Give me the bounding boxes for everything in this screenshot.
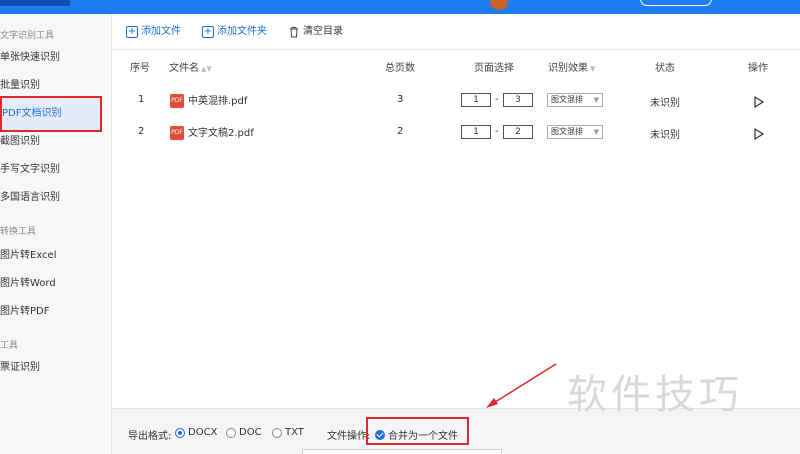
row-index: 1: [138, 94, 145, 105]
row-filename-text: 中英混排.pdf: [188, 96, 248, 107]
chevron-down-icon: ▼: [590, 65, 596, 73]
table-row: 2 PDF 文字文稿2.pdf 2 1 - 2 图文混排 ▼ 未识别: [112, 122, 800, 144]
play-icon[interactable]: [754, 128, 764, 140]
row-pages: 2: [397, 126, 404, 137]
merge-files-label: 合并为一个文件: [388, 431, 458, 442]
row-filename-text: 文字文稿2.pdf: [188, 128, 254, 139]
add-file-button[interactable]: + 添加文件: [126, 24, 181, 40]
col-action: 操作: [748, 63, 768, 74]
row-pages: 3: [397, 94, 404, 105]
page-from-input[interactable]: 1: [461, 125, 491, 139]
page-to-input[interactable]: 3: [503, 93, 533, 107]
col-index: 序号: [130, 63, 150, 74]
row-status: 未识别: [650, 98, 680, 109]
sidebar-item-img-to-excel[interactable]: 图片转Excel: [0, 242, 100, 270]
clear-list-button[interactable]: 清空目录: [288, 24, 343, 40]
format-docx-radio[interactable]: DOCX: [175, 427, 217, 438]
sidebar-item-img-to-word[interactable]: 图片转Word: [0, 270, 100, 298]
sidebar-item-img-to-pdf[interactable]: 图片转PDF: [0, 298, 100, 326]
format-docx-label: DOCX: [188, 427, 218, 438]
sidebar-item-single-ocr[interactable]: 单张快速识别: [0, 44, 100, 72]
col-total-pages: 总页数: [385, 63, 415, 74]
row-filename: PDF 中英混排.pdf: [170, 92, 247, 108]
page-to-input[interactable]: 2: [503, 125, 533, 139]
ocr-effect-value: 图文混排: [551, 127, 583, 136]
sidebar-item-ticket-ocr[interactable]: 票证识别: [0, 354, 100, 382]
col-filename[interactable]: 文件名 ▲▼: [169, 59, 212, 74]
page-from-input[interactable]: 1: [461, 93, 491, 107]
chevron-down-icon: ▼: [593, 96, 599, 104]
output-path-field[interactable]: [302, 449, 502, 454]
app-title-crop: [0, 0, 70, 6]
col-ocr-effect-label: 识别效果: [548, 63, 588, 74]
col-status: 状态: [655, 63, 675, 74]
file-op-label: 文件操作:: [327, 431, 371, 442]
play-icon[interactable]: [754, 96, 764, 108]
sidebar-group-tools: 工具: [0, 341, 19, 351]
toolbar: + 添加文件 + 添加文件夹 清空目录: [112, 14, 800, 50]
sidebar-item-pdf-ocr[interactable]: PDF文档识别: [0, 96, 102, 132]
clear-list-label: 清空目录: [303, 26, 343, 37]
col-filename-label: 文件名: [169, 63, 199, 74]
sidebar-item-handwriting-ocr[interactable]: 手写文字识别: [0, 156, 100, 184]
merge-files-checkbox[interactable]: 合并为一个文件: [375, 427, 458, 442]
annotation-arrow-icon: [486, 363, 557, 408]
trash-icon: [290, 27, 298, 38]
ocr-effect-select[interactable]: 图文混排 ▼: [547, 93, 603, 107]
ocr-effect-select[interactable]: 图文混排 ▼: [547, 125, 603, 139]
sidebar-group-text-ocr: 文字识别工具: [0, 31, 55, 41]
add-file-label: 添加文件: [141, 26, 181, 37]
row-filename: PDF 文字文稿2.pdf: [170, 124, 254, 140]
add-file-icon: +: [126, 26, 138, 38]
format-txt-label: TXT: [285, 427, 304, 438]
col-ocr-effect[interactable]: 识别效果 ▼: [548, 59, 595, 74]
add-folder-button[interactable]: + 添加文件夹: [202, 24, 267, 40]
page-range-dash: -: [495, 94, 499, 105]
row-status: 未识别: [650, 130, 680, 141]
watermark-text: 软件技巧: [567, 372, 743, 418]
table-row: 1 PDF 中英混排.pdf 3 1 - 3 图文混排 ▼ 未识别: [112, 90, 800, 112]
title-bar: [0, 0, 800, 14]
table-header: 序号 文件名 ▲▼ 总页数 页面选择 识别效果 ▼ 状态 操作: [112, 59, 800, 75]
sidebar-item-screenshot-ocr[interactable]: 截图识别: [0, 128, 100, 156]
radio-checked-icon: [175, 427, 185, 438]
radio-unchecked-icon: [272, 427, 282, 438]
checkmark-icon: [375, 429, 385, 440]
ocr-effect-value: 图文混排: [551, 95, 583, 104]
export-format-label: 导出格式:: [128, 431, 172, 442]
top-pill-button[interactable]: [640, 0, 712, 6]
sidebar-group-convert: 转换工具: [0, 227, 37, 237]
add-folder-icon: +: [202, 26, 214, 38]
col-page-select: 页面选择: [474, 63, 514, 74]
sidebar-item-multilang-ocr[interactable]: 多国语言识别: [0, 184, 100, 212]
sort-icon: ▲▼: [201, 65, 212, 73]
radio-unchecked-icon: [226, 427, 236, 438]
format-txt-radio[interactable]: TXT: [272, 427, 304, 438]
page-range-dash: -: [495, 126, 499, 137]
format-doc-label: DOC: [239, 427, 262, 438]
sidebar: 文字识别工具 单张快速识别 批量识别 PDF文档识别 截图识别 手写文字识别 多…: [0, 14, 112, 454]
chevron-down-icon: ▼: [593, 128, 599, 136]
app-logo-icon: [490, 0, 508, 10]
row-index: 2: [138, 126, 145, 137]
pdf-file-icon: PDF: [170, 94, 184, 108]
pdf-file-icon: PDF: [170, 126, 184, 140]
format-doc-radio[interactable]: DOC: [226, 427, 262, 438]
add-folder-label: 添加文件夹: [217, 26, 267, 37]
